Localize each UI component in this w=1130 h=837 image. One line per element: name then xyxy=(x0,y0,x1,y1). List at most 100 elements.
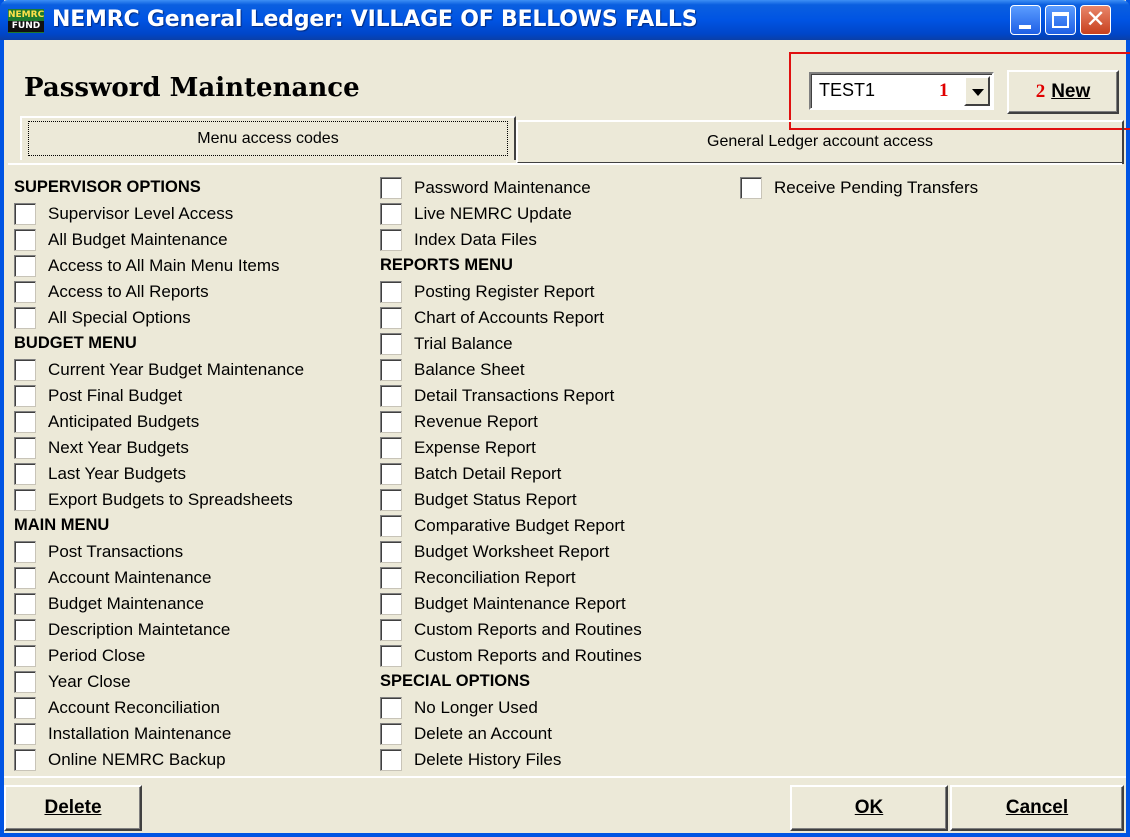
option-label: Reconciliation Report xyxy=(414,568,576,587)
option-checkbox[interactable] xyxy=(14,437,36,459)
cancel-button[interactable]: Cancel xyxy=(950,785,1124,831)
option-row[interactable]: Budget Status Report xyxy=(380,487,642,513)
option-checkbox[interactable] xyxy=(14,671,36,693)
option-checkbox[interactable] xyxy=(380,437,402,459)
option-row[interactable]: Anticipated Budgets xyxy=(14,409,379,435)
option-row[interactable]: Installation Maintenance xyxy=(14,721,379,747)
option-checkbox[interactable] xyxy=(380,593,402,615)
option-checkbox[interactable] xyxy=(380,645,402,667)
option-checkbox[interactable] xyxy=(380,411,402,433)
option-row[interactable]: Online NEMRC Backup xyxy=(14,747,379,773)
option-checkbox[interactable] xyxy=(380,281,402,303)
option-label: Posting Register Report xyxy=(414,282,595,301)
title-bar[interactable]: NEMRC FUND NEMRC General Ledger: VILLAGE… xyxy=(0,0,1130,40)
option-row[interactable]: Password Maintenance xyxy=(380,175,642,201)
option-checkbox[interactable] xyxy=(14,255,36,277)
option-checkbox[interactable] xyxy=(14,411,36,433)
option-checkbox[interactable] xyxy=(14,489,36,511)
option-row[interactable]: All Special Options xyxy=(14,305,379,331)
option-row[interactable]: Posting Register Report xyxy=(380,279,642,305)
ok-button[interactable]: OK xyxy=(790,785,948,831)
option-row[interactable]: Chart of Accounts Report xyxy=(380,305,642,331)
close-button[interactable]: ✕ xyxy=(1080,5,1111,35)
option-row[interactable]: Delete an Account xyxy=(380,721,642,747)
option-checkbox[interactable] xyxy=(14,723,36,745)
option-row[interactable]: Batch Detail Report xyxy=(380,461,642,487)
option-checkbox[interactable] xyxy=(380,385,402,407)
option-checkbox[interactable] xyxy=(14,359,36,381)
option-checkbox[interactable] xyxy=(14,281,36,303)
tab-general-ledger-account-access[interactable]: General Ledger account access xyxy=(516,120,1124,164)
option-checkbox[interactable] xyxy=(14,749,36,771)
option-row[interactable]: Reconciliation Report xyxy=(380,565,642,591)
maximize-button[interactable] xyxy=(1045,5,1076,35)
minimize-button[interactable] xyxy=(1010,5,1041,35)
option-checkbox[interactable] xyxy=(380,177,402,199)
option-checkbox[interactable] xyxy=(380,489,402,511)
option-label: Password Maintenance xyxy=(414,178,591,197)
option-row[interactable]: Access to All Reports xyxy=(14,279,379,305)
option-checkbox[interactable] xyxy=(380,515,402,537)
option-row[interactable]: Trial Balance xyxy=(380,331,642,357)
option-checkbox[interactable] xyxy=(380,541,402,563)
option-row[interactable]: All Budget Maintenance xyxy=(14,227,379,253)
option-checkbox[interactable] xyxy=(14,385,36,407)
focus-rectangle xyxy=(28,121,508,156)
option-checkbox[interactable] xyxy=(14,541,36,563)
option-row[interactable]: Current Year Budget Maintenance xyxy=(14,357,379,383)
option-checkbox[interactable] xyxy=(380,203,402,225)
delete-button[interactable]: Delete xyxy=(4,785,142,831)
section-heading: REPORTS MENU xyxy=(380,256,513,274)
option-row[interactable]: Expense Report xyxy=(380,435,642,461)
option-row[interactable]: Access to All Main Menu Items xyxy=(14,253,379,279)
option-checkbox[interactable] xyxy=(380,749,402,771)
option-checkbox[interactable] xyxy=(380,697,402,719)
option-row[interactable]: Live NEMRC Update xyxy=(380,201,642,227)
option-row[interactable]: Detail Transactions Report xyxy=(380,383,642,409)
option-row[interactable]: Export Budgets to Spreadsheets xyxy=(14,487,379,513)
option-checkbox[interactable] xyxy=(380,567,402,589)
option-checkbox[interactable] xyxy=(14,463,36,485)
option-checkbox[interactable] xyxy=(380,333,402,355)
option-row[interactable]: Receive Pending Transfers xyxy=(740,175,978,201)
option-row[interactable]: Account Reconciliation xyxy=(14,695,379,721)
option-row[interactable]: Comparative Budget Report xyxy=(380,513,642,539)
option-checkbox[interactable] xyxy=(380,359,402,381)
option-row[interactable]: Next Year Budgets xyxy=(14,435,379,461)
section-heading: SPECIAL OPTIONS xyxy=(380,672,531,690)
option-row[interactable]: Period Close xyxy=(14,643,379,669)
option-checkbox[interactable] xyxy=(14,203,36,225)
option-checkbox[interactable] xyxy=(740,177,762,199)
option-checkbox[interactable] xyxy=(380,723,402,745)
option-row[interactable]: Post Final Budget xyxy=(14,383,379,409)
option-row[interactable]: Last Year Budgets xyxy=(14,461,379,487)
option-checkbox[interactable] xyxy=(14,697,36,719)
option-checkbox[interactable] xyxy=(380,463,402,485)
option-row[interactable]: Index Data Files xyxy=(380,227,642,253)
option-row[interactable]: Account Maintenance xyxy=(14,565,379,591)
option-checkbox[interactable] xyxy=(14,619,36,641)
option-row[interactable]: Custom Reports and Routines xyxy=(380,617,642,643)
option-checkbox[interactable] xyxy=(14,567,36,589)
option-row[interactable]: Budget Maintenance Report xyxy=(380,591,642,617)
option-checkbox[interactable] xyxy=(14,645,36,667)
option-checkbox[interactable] xyxy=(14,593,36,615)
option-row[interactable]: Description Maintetance xyxy=(14,617,379,643)
option-row[interactable]: Balance Sheet xyxy=(380,357,642,383)
footer-bar: Delete OK Cancel xyxy=(4,776,1126,833)
option-checkbox[interactable] xyxy=(380,307,402,329)
option-row[interactable]: Delete History Files xyxy=(380,747,642,773)
tab-menu-access-codes[interactable]: Menu access codes xyxy=(20,116,516,160)
option-row[interactable]: Post Transactions xyxy=(14,539,379,565)
option-row[interactable]: No Longer Used xyxy=(380,695,642,721)
option-row[interactable]: Custom Reports and Routines xyxy=(380,643,642,669)
option-row[interactable]: Supervisor Level Access xyxy=(14,201,379,227)
option-checkbox[interactable] xyxy=(14,307,36,329)
option-row[interactable]: Year Close xyxy=(14,669,379,695)
option-checkbox[interactable] xyxy=(14,229,36,251)
option-checkbox[interactable] xyxy=(380,229,402,251)
option-checkbox[interactable] xyxy=(380,619,402,641)
option-row[interactable]: Budget Worksheet Report xyxy=(380,539,642,565)
option-row[interactable]: Budget Maintenance xyxy=(14,591,379,617)
option-row[interactable]: Revenue Report xyxy=(380,409,642,435)
